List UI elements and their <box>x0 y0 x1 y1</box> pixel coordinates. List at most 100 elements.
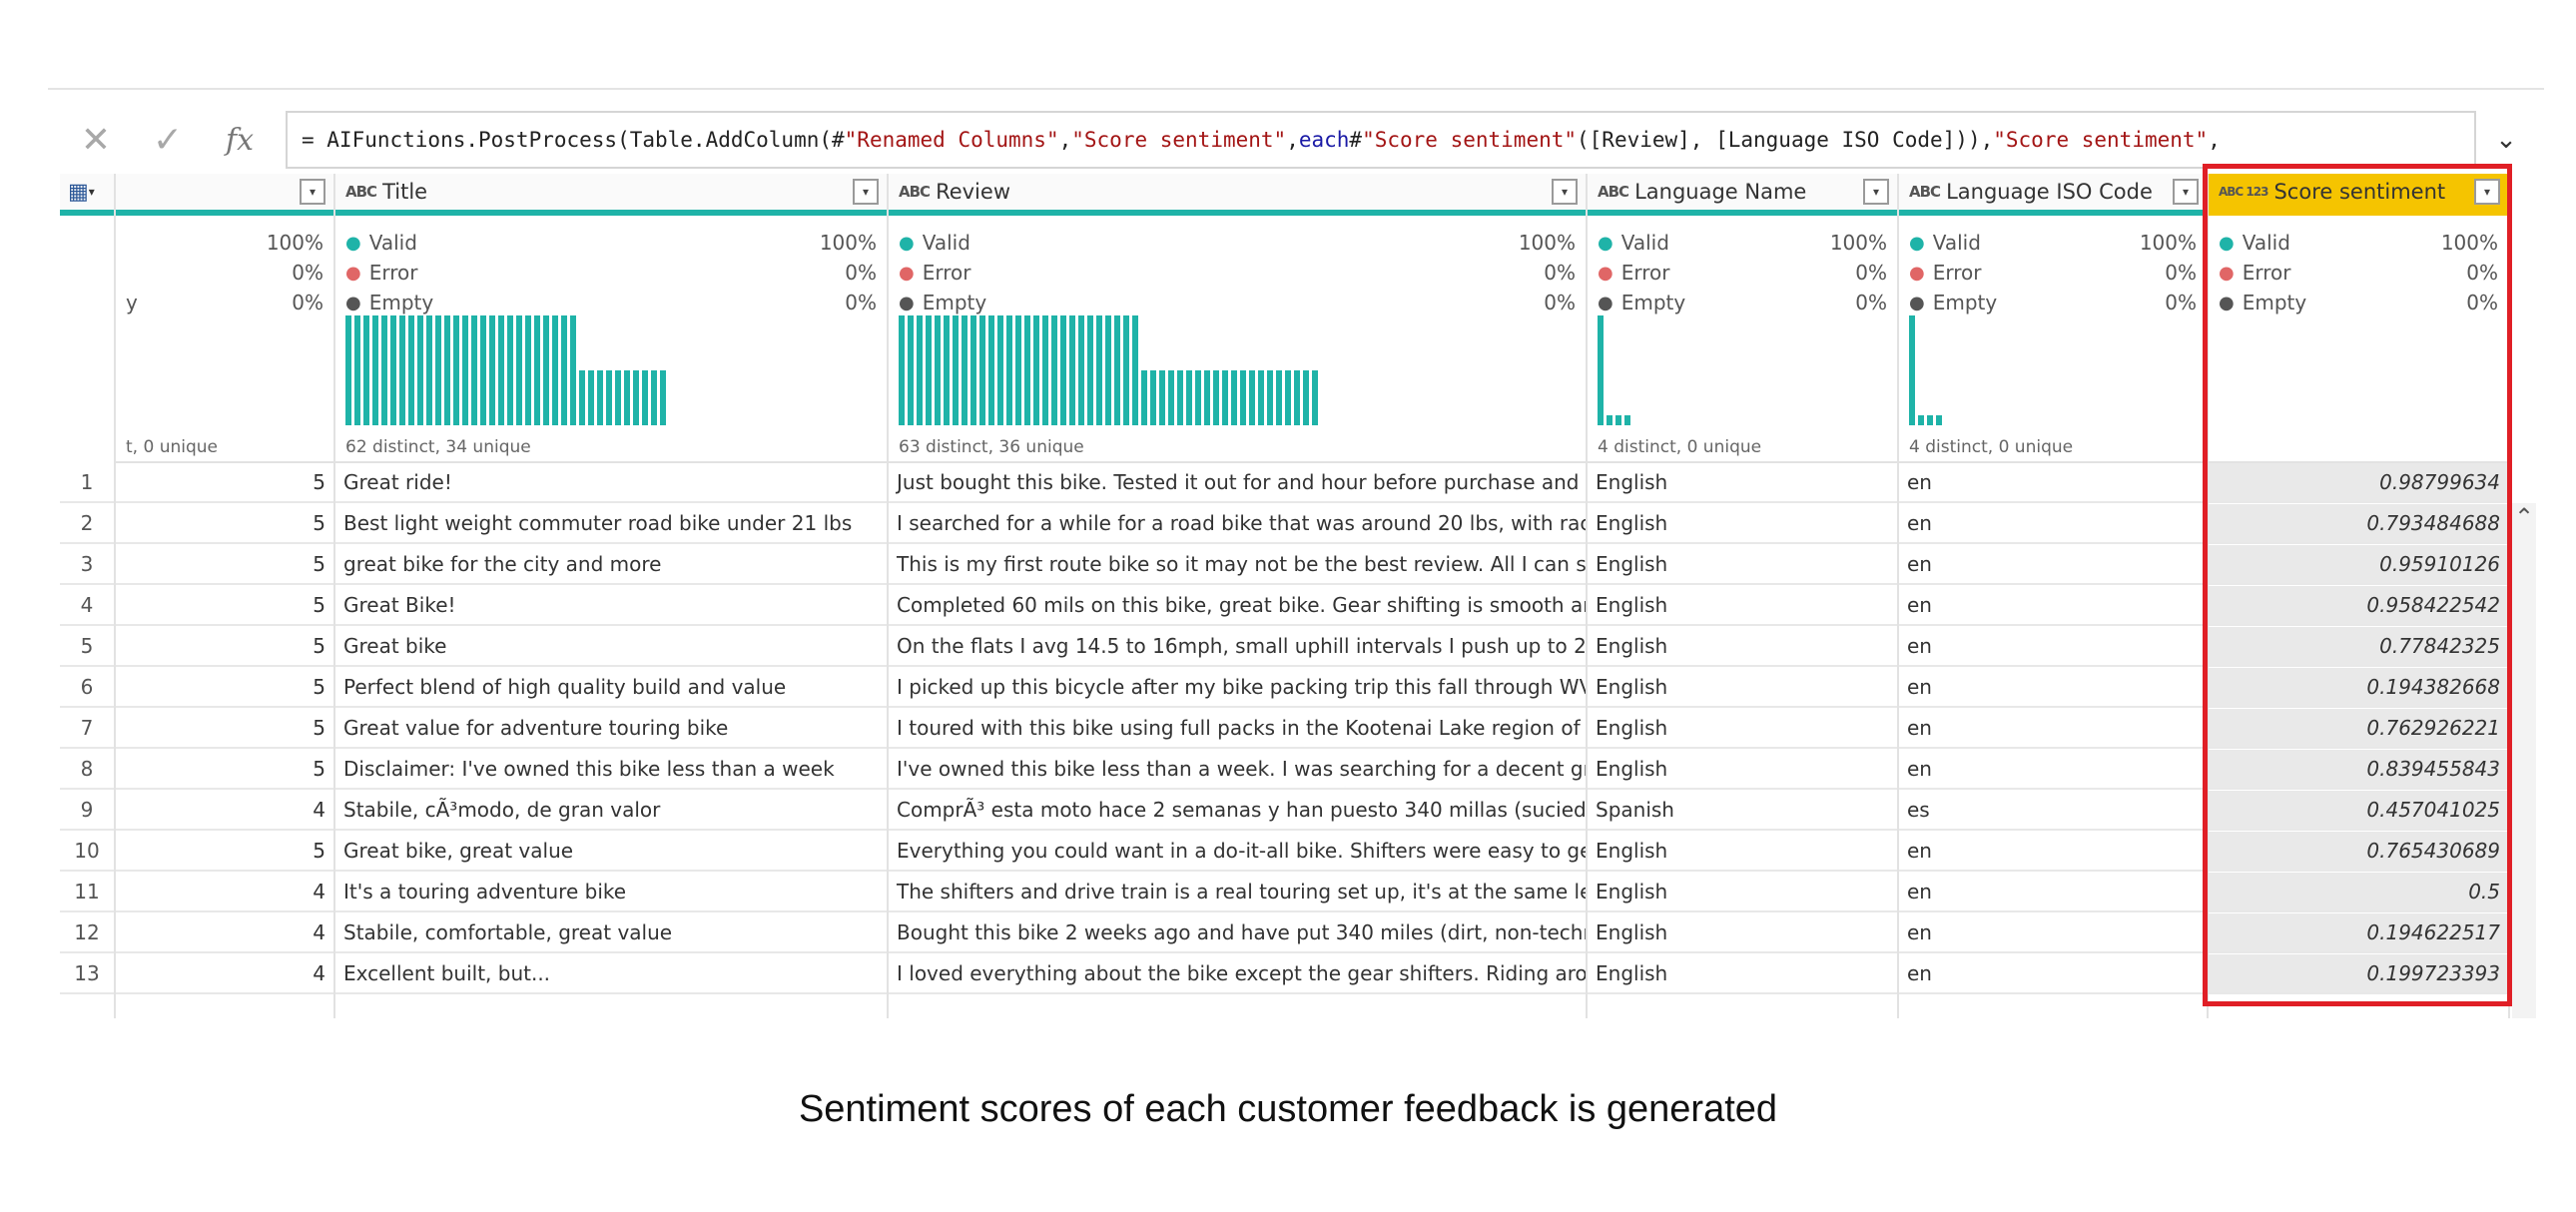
distribution-bar[interactable] <box>1222 370 1228 425</box>
review-column-header[interactable]: ABC Review ▾ <box>889 174 1586 216</box>
distribution-bar[interactable] <box>1213 370 1219 425</box>
distribution-bar[interactable] <box>633 370 639 425</box>
score-sentiment-cell[interactable]: 0.98799634 <box>2209 463 2508 503</box>
distribution-bar[interactable] <box>988 315 994 425</box>
distribution-bar[interactable] <box>970 315 976 425</box>
distribution-bar[interactable] <box>1186 370 1192 425</box>
language-name-cell[interactable]: English <box>1588 504 1897 544</box>
language-name-cell[interactable]: English <box>1588 832 1897 872</box>
table-menu-button[interactable]: ▦ ▾ <box>60 174 114 216</box>
distribution-bar[interactable] <box>1150 370 1156 425</box>
title-cell[interactable]: Stabile, comfortable, great value <box>335 913 887 953</box>
score-sentiment-cell[interactable]: 0.95910126 <box>2209 545 2508 585</box>
language-iso-cell[interactable]: en <box>1899 750 2207 790</box>
distribution-bar[interactable] <box>926 315 932 425</box>
score-sentiment-cell[interactable]: 0.793484688 <box>2209 504 2508 544</box>
language-iso-cell[interactable]: en <box>1899 668 2207 708</box>
rating-cell[interactable]: 5 <box>116 545 333 585</box>
distribution-bar[interactable] <box>354 315 360 425</box>
any-type-icon[interactable]: ABC 123 <box>2219 185 2268 199</box>
row-index[interactable]: 5 <box>60 627 114 667</box>
distribution-bar[interactable] <box>1069 315 1075 425</box>
rating-cell[interactable]: 4 <box>116 873 333 912</box>
text-type-icon[interactable]: ABC <box>899 183 931 201</box>
row-index[interactable]: 11 <box>60 873 114 912</box>
rating-cell[interactable]: 4 <box>116 913 333 953</box>
column-filter-button[interactable]: ▾ <box>1552 179 1578 205</box>
distribution-bar[interactable] <box>1258 370 1264 425</box>
review-cell[interactable]: I've owned this bike less than a week. I… <box>889 750 1586 790</box>
title-cell[interactable]: great bike for the city and more <box>335 545 887 585</box>
distribution-bar[interactable] <box>935 315 941 425</box>
distribution-bar[interactable] <box>624 370 630 425</box>
distribution-bar[interactable] <box>552 315 558 425</box>
distribution-chart[interactable] <box>345 315 877 425</box>
distribution-bar[interactable] <box>390 315 396 425</box>
rating-cell[interactable]: 4 <box>116 954 333 994</box>
language-iso-cell[interactable]: en <box>1899 832 2207 872</box>
distribution-bar[interactable] <box>1159 370 1165 425</box>
language-iso-cell[interactable]: en <box>1899 627 2207 667</box>
title-cell[interactable]: Perfect blend of high quality build and … <box>335 668 887 708</box>
distribution-bar[interactable] <box>1267 370 1273 425</box>
language-name-cell[interactable]: English <box>1588 545 1897 585</box>
distribution-bar[interactable] <box>453 315 459 425</box>
title-cell[interactable]: Excellent built, but... <box>335 954 887 994</box>
row-index[interactable]: 13 <box>60 954 114 994</box>
score-sentiment-cell[interactable]: 0.765430689 <box>2209 832 2508 872</box>
row-index[interactable]: 7 <box>60 709 114 749</box>
language-name-cell[interactable]: Spanish <box>1588 791 1897 831</box>
distribution-bar[interactable] <box>962 315 967 425</box>
formula-input[interactable]: = AIFunctions.PostProcess(Table.AddColum… <box>286 111 2476 169</box>
check-icon[interactable]: ✓ <box>132 120 204 161</box>
review-cell[interactable]: On the flats I avg 14.5 to 16mph, small … <box>889 627 1586 667</box>
review-cell[interactable]: ComprÃ³ esta moto hace 2 semanas y han p… <box>889 791 1586 831</box>
language-name-cell[interactable]: English <box>1588 709 1897 749</box>
row-index[interactable]: 8 <box>60 750 114 790</box>
distribution-bar[interactable] <box>908 315 914 425</box>
distribution-bar[interactable] <box>1204 370 1210 425</box>
title-cell[interactable]: Disclaimer: I've owned this bike less th… <box>335 750 887 790</box>
distribution-bar[interactable] <box>498 315 504 425</box>
title-cell[interactable]: Best light weight commuter road bike und… <box>335 504 887 544</box>
review-cell[interactable]: Completed 60 mils on this bike, great bi… <box>889 586 1586 626</box>
distribution-bar[interactable] <box>408 315 414 425</box>
distribution-bar[interactable] <box>1249 370 1255 425</box>
rating-cell[interactable]: 5 <box>116 832 333 872</box>
language-name-column-header[interactable]: ABC Language Name ▾ <box>1588 174 1897 216</box>
distribution-bar[interactable] <box>597 370 603 425</box>
language-iso-cell[interactable]: en <box>1899 709 2207 749</box>
distribution-bar[interactable] <box>1294 370 1300 425</box>
row-index[interactable]: 12 <box>60 913 114 953</box>
text-type-icon[interactable]: ABC <box>345 183 377 201</box>
distribution-bar[interactable] <box>381 315 387 425</box>
distribution-bar[interactable] <box>1024 315 1030 425</box>
distribution-bar[interactable] <box>1051 315 1057 425</box>
distribution-bar[interactable] <box>372 315 378 425</box>
distribution-bar[interactable] <box>543 315 549 425</box>
text-type-icon[interactable]: ABC <box>1598 183 1629 201</box>
title-cell[interactable]: Great bike <box>335 627 887 667</box>
chevron-down-icon[interactable]: ⌄ <box>2476 125 2536 155</box>
review-cell[interactable]: I picked up this bicycle after my bike p… <box>889 668 1586 708</box>
review-cell[interactable]: Everything you could want in a do-it-all… <box>889 832 1586 872</box>
distribution-bar[interactable] <box>1006 315 1012 425</box>
fx-icon[interactable]: fx <box>204 123 276 158</box>
distribution-bar[interactable] <box>1312 370 1318 425</box>
row-index[interactable]: 3 <box>60 545 114 585</box>
distribution-bar[interactable] <box>534 315 540 425</box>
title-cell[interactable]: Stabile, cÃ³modo, de gran valor <box>335 791 887 831</box>
distribution-bar[interactable] <box>435 315 441 425</box>
distribution-bar[interactable] <box>1598 315 1604 425</box>
distribution-bar[interactable] <box>1624 415 1630 425</box>
distribution-bar[interactable] <box>917 315 923 425</box>
distribution-bar[interactable] <box>417 315 423 425</box>
column-filter-button[interactable]: ▾ <box>300 179 325 205</box>
rating-cell[interactable]: 5 <box>116 709 333 749</box>
title-column-header[interactable]: ABC Title ▾ <box>335 174 887 216</box>
distribution-bar[interactable] <box>615 370 621 425</box>
distribution-bar[interactable] <box>1195 370 1201 425</box>
language-name-cell[interactable]: English <box>1588 873 1897 912</box>
language-iso-cell[interactable]: es <box>1899 791 2207 831</box>
distribution-bar[interactable] <box>953 315 959 425</box>
